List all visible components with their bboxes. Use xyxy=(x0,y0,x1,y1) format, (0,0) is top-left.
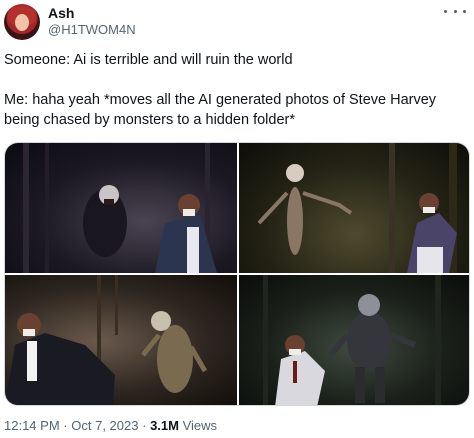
more-options-icon[interactable] xyxy=(444,4,466,18)
meta-separator: · xyxy=(63,418,68,433)
tweet-date[interactable]: Oct 7, 2023 xyxy=(71,418,138,433)
views-label: Views xyxy=(182,418,218,433)
avatar-face xyxy=(15,14,29,31)
author-handle[interactable]: @H1TWOM4N xyxy=(48,22,136,38)
photo-4-illustration xyxy=(263,275,441,405)
media-photo-1[interactable] xyxy=(5,143,237,273)
views-count[interactable]: 3.1M xyxy=(150,418,179,433)
photo-1-illustration xyxy=(23,143,217,273)
media-photo-3[interactable] xyxy=(5,275,237,405)
media-photo-2[interactable] xyxy=(239,143,469,273)
photo-2-illustration xyxy=(257,143,457,273)
tweet-time[interactable]: 12:14 PM xyxy=(4,418,60,433)
tweet-header: Ash @H1TWOM4N xyxy=(0,0,474,44)
tweet-text-line-2: Me: haha yeah *moves all the AI generate… xyxy=(4,92,437,128)
media-grid[interactable] xyxy=(4,142,470,406)
avatar[interactable] xyxy=(4,4,40,40)
author-name[interactable]: Ash xyxy=(48,5,74,22)
media-photo-4[interactable] xyxy=(239,275,469,405)
tweet-meta: 12:14 PM · Oct 7, 2023 · 3.1M Views xyxy=(4,418,217,434)
meta-separator-2: · xyxy=(142,418,147,433)
tweet-text-line-1: Someone: Ai is terrible and will ruin th… xyxy=(4,52,293,68)
photo-3-illustration xyxy=(5,275,208,405)
